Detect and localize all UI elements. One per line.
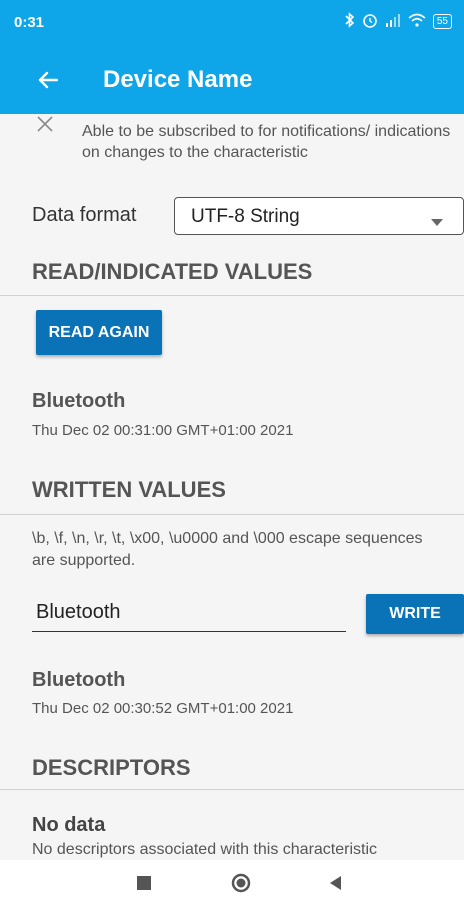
bluetooth-icon — [345, 12, 355, 31]
characteristic-detail[interactable]: Able to be subscribed to for notificatio… — [0, 114, 464, 860]
data-format-label: Data format — [32, 204, 137, 226]
descriptors-empty-description: No descriptors associated with this char… — [32, 841, 378, 858]
home-button[interactable] — [226, 870, 256, 900]
status-icons: 55 — [345, 12, 452, 31]
descriptors-section-title: DESCRIPTORS — [32, 755, 191, 780]
read-timestamp: Thu Dec 02 00:31:00 GMT+01:00 2021 — [32, 422, 294, 439]
divider — [0, 514, 464, 515]
wifi-icon — [408, 13, 426, 30]
write-value-input[interactable] — [32, 594, 346, 632]
data-format-select[interactable]: UTF-8 String — [174, 197, 464, 235]
battery-icon: 55 — [432, 14, 452, 29]
signal-icon — [385, 13, 401, 30]
back-icon — [329, 875, 343, 895]
back-nav-button[interactable] — [321, 870, 351, 900]
home-icon — [231, 873, 251, 898]
app-bar: Device Name — [0, 50, 464, 114]
property-row: Able to be subscribed to for notificatio… — [0, 114, 464, 174]
alarm-icon — [362, 12, 378, 31]
recents-icon — [137, 875, 151, 895]
recents-button[interactable] — [129, 870, 159, 900]
written-section-title: WRITTEN VALUES — [32, 477, 226, 502]
close-icon — [36, 115, 54, 138]
navigation-bar — [0, 860, 464, 910]
read-section-title: READ/INDICATED VALUES — [32, 259, 313, 284]
read-again-button[interactable]: READ AGAIN — [36, 310, 162, 355]
property-description: Able to be subscribed to for notificatio… — [82, 123, 451, 161]
back-button[interactable] — [30, 64, 66, 100]
data-format-value: UTF-8 String — [191, 206, 300, 227]
write-button[interactable]: WRITE — [366, 594, 464, 634]
written-timestamp: Thu Dec 02 00:30:52 GMT+01:00 2021 — [32, 700, 294, 717]
written-value: Bluetooth — [32, 669, 126, 691]
divider — [0, 295, 464, 296]
descriptors-empty-title: No data — [32, 814, 106, 836]
read-value: Bluetooth — [32, 390, 126, 412]
dropdown-arrow-icon — [431, 213, 443, 231]
status-bar: 0:31 55 — [0, 0, 464, 50]
page-title: Device Name — [103, 66, 253, 93]
divider — [0, 789, 464, 790]
back-arrow-icon — [38, 71, 59, 94]
escape-sequences-hint: \b, \f, \n, \r, \t, \x00, \u0000 and \00… — [32, 530, 423, 569]
status-time: 0:31 — [14, 14, 45, 31]
